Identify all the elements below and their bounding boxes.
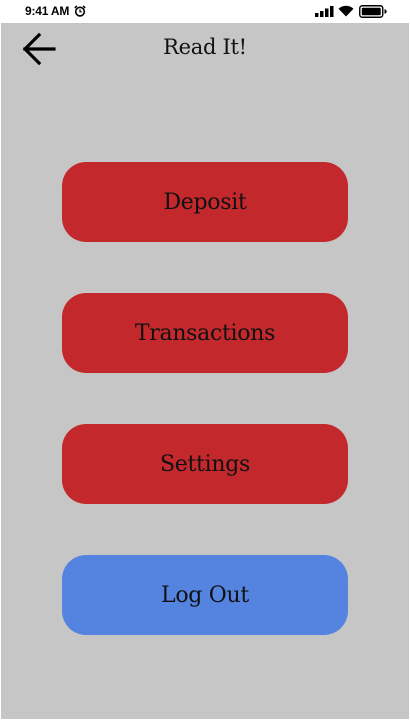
wifi-icon xyxy=(338,5,354,17)
status-time: 9:41 AM xyxy=(25,4,70,18)
battery-icon xyxy=(359,5,387,18)
status-bar: 9:41 AM xyxy=(1,1,409,23)
logout-button[interactable]: Log Out xyxy=(62,555,348,635)
page-title: Read It! xyxy=(163,35,247,59)
alarm-icon xyxy=(74,5,86,17)
deposit-button[interactable]: Deposit xyxy=(62,162,348,242)
signal-icon xyxy=(315,6,334,17)
app-screen: 9:41 AM Read It! Deposit Transactions Se… xyxy=(1,1,409,719)
settings-button[interactable]: Settings xyxy=(62,424,348,504)
transactions-button[interactable]: Transactions xyxy=(62,293,348,373)
